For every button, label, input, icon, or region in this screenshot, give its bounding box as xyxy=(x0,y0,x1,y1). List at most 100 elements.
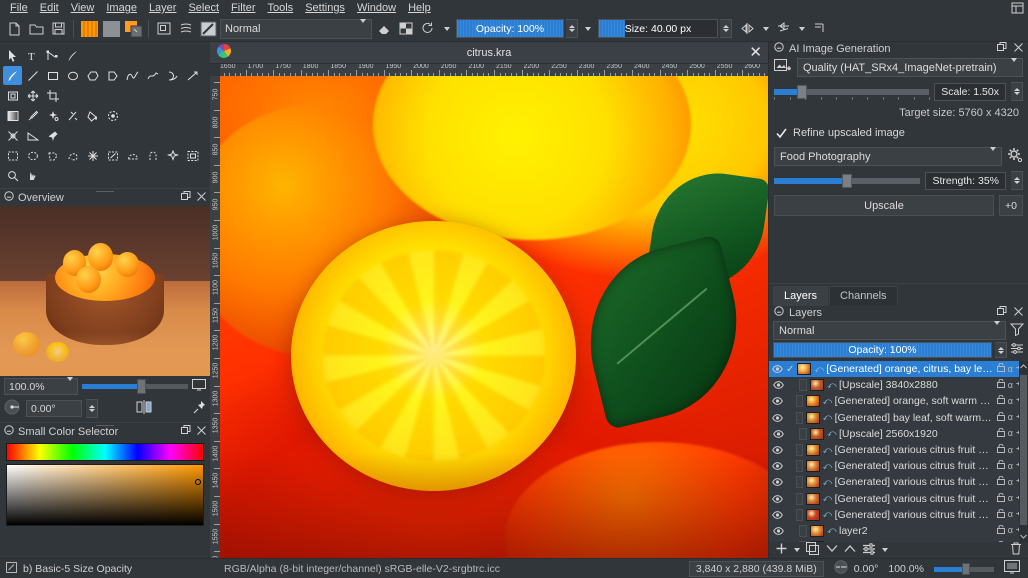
layer-row[interactable]: ⤺[Generated] various citrus fruit arrang… xyxy=(769,491,1028,507)
layer-lock-icon[interactable] xyxy=(997,540,1005,542)
layer-list-scrollbar[interactable] xyxy=(1019,361,1028,542)
layer-lock-icon[interactable] xyxy=(996,395,1005,407)
layer-alpha-icon[interactable]: α xyxy=(1008,396,1013,406)
scroll-down-arrow-icon[interactable] xyxy=(1019,531,1028,542)
foreground-color-swatch[interactable] xyxy=(79,19,99,39)
background-color-swatch[interactable] xyxy=(101,19,121,39)
layer-color-label[interactable] xyxy=(799,524,807,537)
add-layer-icon[interactable] xyxy=(775,542,788,558)
fit-to-screen-icon[interactable] xyxy=(192,379,206,394)
new-file-icon[interactable] xyxy=(4,19,24,39)
hue-strip[interactable] xyxy=(6,443,204,461)
layer-row[interactable]: ⤺ layer2 α xyxy=(769,523,1028,539)
crop-icon[interactable] xyxy=(43,86,62,105)
size-stepper[interactable] xyxy=(720,19,732,38)
close-docker-icon[interactable] xyxy=(197,191,206,204)
close-docker-icon-4[interactable] xyxy=(1014,306,1023,319)
mirror-view-icon[interactable] xyxy=(136,400,152,417)
preserve-alpha-icon[interactable] xyxy=(396,19,416,39)
overview-thumbnail[interactable] xyxy=(0,206,210,376)
bezier-selection-icon[interactable] xyxy=(123,146,142,165)
layer-lock-icon[interactable] xyxy=(996,459,1005,472)
dynamic-brush-icon[interactable] xyxy=(163,66,182,85)
menubar-right-icon[interactable] xyxy=(1011,2,1028,14)
layer-row[interactable]: ⤺Visibleα xyxy=(769,539,1028,542)
scale-stepper[interactable] xyxy=(1011,82,1023,101)
layer-row[interactable]: ⤺[Generated] various citrus fruit arrang… xyxy=(769,442,1028,458)
layer-alpha-icon[interactable]: α xyxy=(1008,526,1013,535)
brush-preset-icon[interactable] xyxy=(198,19,218,39)
canvas[interactable] xyxy=(220,76,768,558)
freehand-brush-icon[interactable] xyxy=(3,66,22,85)
layer-visibility-eye-icon[interactable] xyxy=(772,446,783,454)
layer-color-label[interactable] xyxy=(795,411,803,424)
statusbar-zoom-slider[interactable] xyxy=(934,562,994,575)
layer-row[interactable]: ⤺[Generated] various citrus fruit arrang… xyxy=(769,507,1028,523)
colorize-mask-icon[interactable] xyxy=(43,106,62,125)
layer-properties-icon[interactable] xyxy=(862,542,876,558)
layer-color-label[interactable] xyxy=(795,492,803,505)
scale-value-box[interactable]: Scale: 1.50x xyxy=(934,82,1006,101)
layer-lock-icon[interactable] xyxy=(996,411,1005,424)
similar-color-selection-icon[interactable] xyxy=(103,146,122,165)
layer-visibility-eye-icon[interactable] xyxy=(772,381,784,390)
mirror-v-chevron-down-icon[interactable] xyxy=(799,26,805,31)
rectangle-icon[interactable] xyxy=(43,66,62,85)
color-sampler-icon[interactable] xyxy=(23,106,42,125)
line-icon[interactable] xyxy=(23,66,42,85)
layer-visibility-eye-icon[interactable] xyxy=(772,494,783,503)
gradient-icon[interactable] xyxy=(3,106,22,125)
measure-icon[interactable] xyxy=(23,126,42,145)
layer-opacity-stepper[interactable] xyxy=(995,342,1007,358)
close-docker-icon-3[interactable] xyxy=(1014,42,1023,55)
docker-menu-icon-4[interactable] xyxy=(774,306,784,319)
style-preset-combo[interactable]: Food Photography xyxy=(774,146,1002,166)
mirror-h-chevron-down-icon[interactable] xyxy=(763,26,769,31)
layer-alpha-icon[interactable]: α xyxy=(1008,429,1013,438)
layer-lock-icon[interactable] xyxy=(996,476,1005,488)
layer-lock-icon[interactable] xyxy=(996,362,1005,375)
menu-item-settings[interactable]: Settings xyxy=(299,0,351,16)
pan-icon[interactable] xyxy=(23,166,42,185)
layer-lock-icon[interactable] xyxy=(996,443,1005,456)
layer-row[interactable]: ✓ ⤺ [Generated] orange, citrus, bay leaf, … xyxy=(769,361,1028,378)
layer-list[interactable]: ✓ ⤺ [Generated] orange, citrus, bay leaf, … xyxy=(769,361,1028,542)
fit-page-icon[interactable] xyxy=(1004,560,1020,577)
layer-visibility-eye-icon[interactable] xyxy=(772,510,783,519)
magnetic-selection-icon[interactable] xyxy=(143,146,162,165)
upscale-model-combo[interactable]: Quality (HAT_SRx4_ImageNet-pretrain) xyxy=(797,57,1023,77)
layer-alpha-icon[interactable]: α xyxy=(1008,445,1013,455)
wrap-around-icon[interactable] xyxy=(810,19,830,39)
scale-slider[interactable] xyxy=(774,84,931,100)
preset-chevron-down-icon[interactable] xyxy=(444,26,450,31)
layer-alpha-icon[interactable]: α xyxy=(1008,461,1013,471)
open-file-icon[interactable] xyxy=(26,19,46,39)
reload-preset-icon[interactable] xyxy=(418,19,438,39)
pin-overview-icon[interactable] xyxy=(193,400,206,417)
float-docker-icon-2[interactable] xyxy=(181,425,191,438)
eraser-toggle-icon[interactable] xyxy=(374,19,394,39)
menu-item-view[interactable]: View xyxy=(65,0,101,16)
bezier-curve-icon[interactable] xyxy=(123,66,142,85)
layer-selected-checkmark-icon[interactable]: ✓ xyxy=(786,364,794,375)
blend-mode-combo[interactable]: Normal xyxy=(220,18,372,39)
docker-menu-icon-3[interactable] xyxy=(774,42,784,55)
enclose-and-fill-icon[interactable] xyxy=(103,106,122,125)
scroll-up-arrow-icon[interactable] xyxy=(1019,361,1028,372)
layer-visibility-eye-icon[interactable] xyxy=(772,462,783,471)
layer-lock-icon[interactable] xyxy=(996,508,1005,521)
layer-visibility-eye-icon[interactable] xyxy=(772,527,784,535)
save-file-icon[interactable] xyxy=(48,19,68,39)
layer-alpha-icon[interactable]: α xyxy=(1008,380,1013,390)
menu-item-edit[interactable]: Edit xyxy=(34,0,65,16)
docker-menu-icon[interactable] xyxy=(4,191,14,204)
strength-stepper[interactable] xyxy=(1011,171,1023,190)
edit-shapes-icon[interactable] xyxy=(43,46,62,65)
move-icon[interactable] xyxy=(23,86,42,105)
layer-alpha-icon[interactable]: α xyxy=(1008,510,1013,519)
calligraphy-icon[interactable] xyxy=(63,46,82,65)
menu-item-window[interactable]: Window xyxy=(351,0,402,16)
scrollbar-thumb[interactable] xyxy=(1020,375,1027,525)
duplicate-layer-icon[interactable] xyxy=(806,542,820,558)
mirror-horizontal-icon[interactable] xyxy=(738,19,758,39)
